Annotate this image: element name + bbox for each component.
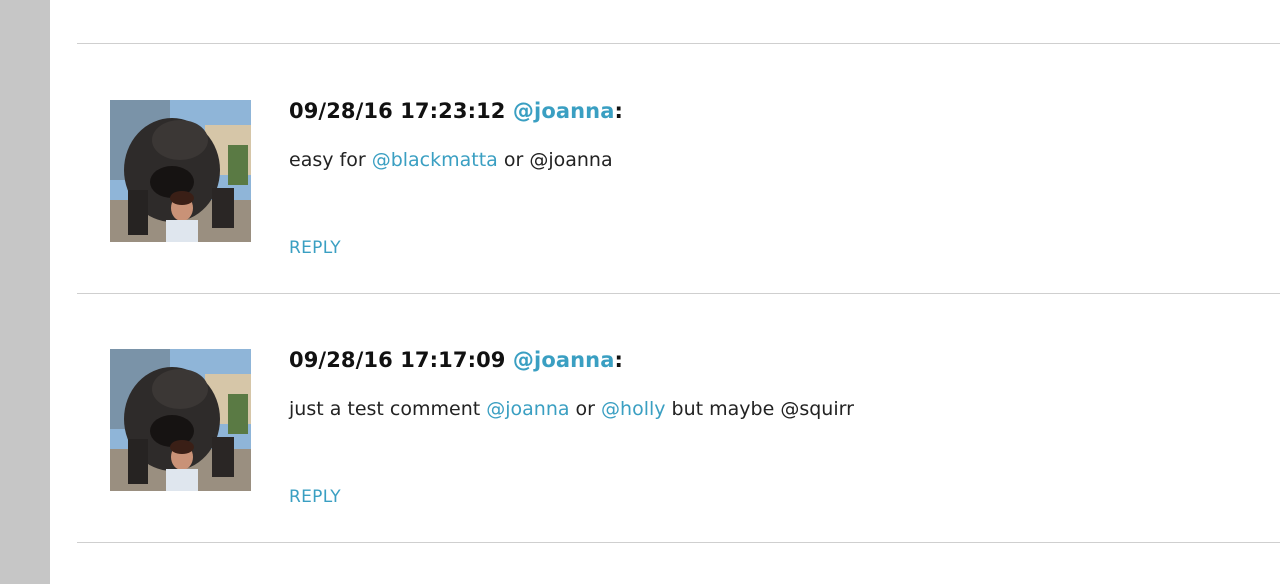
reply-button[interactable]: REPLY [289,487,341,507]
comment-text: just a test comment @joanna or @holly bu… [289,398,854,420]
avatar[interactable] [110,100,251,242]
comment-timestamp: 09/28/16 17:23:12 [289,99,506,123]
comment-item: 09/28/16 17:17:09 @joanna: just a test c… [77,293,1280,542]
comment-timestamp: 09/28/16 17:17:09 [289,348,506,372]
author-suffix: : [614,348,623,372]
mention-link[interactable]: @blackmatta [372,149,498,171]
comment-text-part: just a test comment [289,398,487,420]
comment-meta: 09/28/16 17:17:09 @joanna: [289,348,623,372]
left-sidebar [0,0,50,584]
comment-text-part: or [569,398,602,420]
comment-text: easy for @blackmatta or @joanna [289,149,613,171]
author-suffix: : [614,99,623,123]
comment-author-link[interactable]: @joanna [513,99,615,123]
comment-meta: 09/28/16 17:23:12 @joanna: [289,99,623,123]
comments-list: 09/28/16 17:23:12 @joanna: easy for @bla… [77,0,1280,584]
divider [77,542,1280,543]
comment-item: 09/28/16 17:23:12 @joanna: easy for @bla… [77,44,1280,293]
avatar[interactable] [110,349,251,491]
mention-link[interactable]: @joanna [486,398,569,420]
comment-text-part: easy for [289,149,372,171]
comment-text-part: or @joanna [497,149,613,171]
mention-link[interactable]: @holly [601,398,665,420]
comment-text-part: but maybe @squirr [665,398,854,420]
comment-author-link[interactable]: @joanna [513,348,615,372]
reply-button[interactable]: REPLY [289,238,341,258]
